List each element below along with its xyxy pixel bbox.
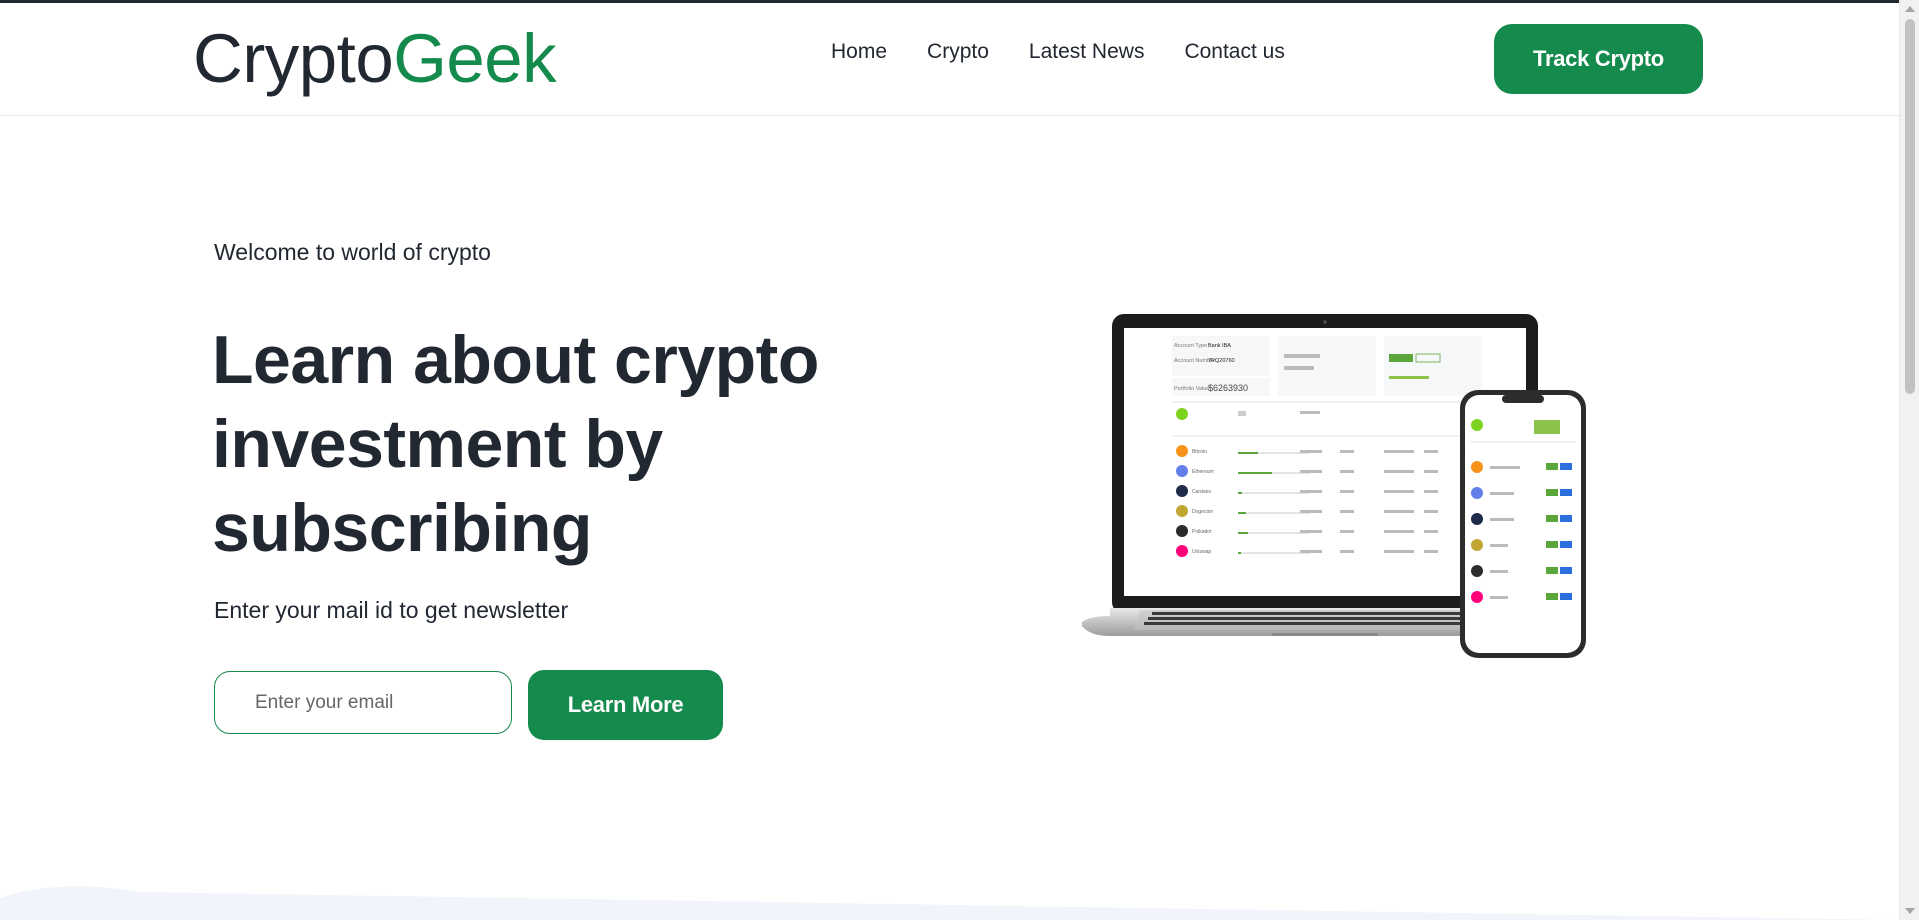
hero-headline-line: investment by — [212, 406, 663, 482]
hero-welcome-text: Welcome to world of crypto — [214, 239, 491, 265]
mockup-portfolio-value: $6263930 — [1208, 383, 1248, 393]
mockup-account-number-value: 7RQ20760 — [1208, 358, 1235, 364]
svg-text:Cardano: Cardano — [1192, 489, 1211, 495]
svg-text:Ethereum: Ethereum — [1192, 469, 1214, 475]
device-mockup-image: Account Type Bank IBA Account Number 7RQ… — [1082, 314, 1586, 658]
nav-contact-us[interactable]: Contact us — [1184, 37, 1284, 67]
hero-headline: Learn about crypto investment by subscri… — [212, 318, 912, 570]
bottom-wave-decoration — [0, 886, 1899, 920]
scroll-up-arrow-icon[interactable] — [1905, 6, 1915, 12]
main-nav: Home Crypto Latest News Contact us — [831, 37, 1285, 67]
hero-headline-line: subscribing — [212, 490, 592, 566]
scroll-down-arrow-icon[interactable] — [1905, 908, 1915, 914]
nav-latest-news[interactable]: Latest News — [1029, 37, 1145, 67]
hero-subtext: Enter your mail id to get newsletter — [214, 597, 569, 623]
svg-text:Dogecoin: Dogecoin — [1192, 509, 1213, 515]
page-scrollbar[interactable] — [1899, 0, 1919, 920]
track-crypto-button[interactable]: Track Crypto — [1494, 24, 1703, 94]
nav-crypto[interactable]: Crypto — [927, 37, 989, 67]
learn-more-button[interactable]: Learn More — [528, 670, 723, 740]
hero-headline-line: Learn about crypto — [212, 322, 819, 398]
nav-home[interactable]: Home — [831, 37, 887, 67]
brand-logo-part1: Crypto — [193, 20, 394, 97]
mockup-portfolio-label: Portfolio Value — [1174, 386, 1209, 392]
svg-text:Polkadot: Polkadot — [1192, 529, 1212, 535]
mockup-account-type-value: Bank IBA — [1208, 343, 1231, 349]
mockup-account-type-label: Account Type — [1174, 343, 1207, 349]
scrollbar-thumb[interactable] — [1905, 19, 1915, 394]
svg-text:Bitcoin: Bitcoin — [1192, 449, 1207, 455]
brand-logo-part2: Geek — [393, 20, 557, 97]
email-input[interactable] — [214, 671, 512, 734]
brand-logo[interactable]: CryptoGeek — [193, 19, 557, 99]
svg-text:Uniswap: Uniswap — [1192, 549, 1211, 555]
site-header: CryptoGeek Home Crypto Latest News Conta… — [0, 3, 1899, 116]
